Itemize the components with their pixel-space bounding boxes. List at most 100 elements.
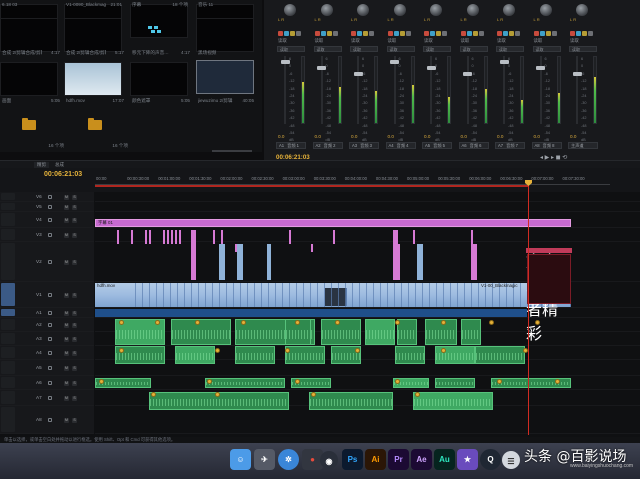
mute-solo-record-buttons[interactable]: [424, 23, 448, 36]
solo-toggle[interactable]: S: [72, 417, 77, 423]
mute-toggle[interactable]: M: [64, 395, 69, 401]
channel-toggle-button[interactable]: [576, 31, 581, 36]
overlay-clip[interactable]: [191, 230, 196, 244]
mute-toggle[interactable]: M: [64, 259, 69, 265]
lock-icon[interactable]: [48, 337, 52, 341]
effect-badge-icon[interactable]: [215, 392, 220, 397]
timeline-timecode[interactable]: 00:06:21:03: [44, 171, 82, 178]
mute-toggle[interactable]: M: [64, 322, 69, 328]
premiere-icon[interactable]: Pr: [388, 449, 409, 470]
mute-solo-record-buttons[interactable]: [387, 23, 412, 36]
overlay-clip[interactable]: [213, 230, 215, 244]
mute-toggle[interactable]: M: [64, 350, 69, 356]
mute-toggle[interactable]: M: [64, 204, 69, 210]
track-header[interactable]: A6 M S: [0, 376, 94, 390]
quicktime-icon[interactable]: Q: [480, 449, 501, 470]
channel-toggle-button[interactable]: [588, 31, 593, 36]
lock-icon[interactable]: [48, 218, 52, 222]
effect-badge-icon[interactable]: [523, 348, 528, 353]
lock-icon[interactable]: [48, 351, 52, 355]
track-header[interactable]: V6 M S: [0, 192, 94, 202]
channel-toggle-button[interactable]: [539, 31, 545, 36]
trash-icon[interactable]: ☰: [502, 451, 520, 469]
channel-toggle-button[interactable]: [278, 31, 283, 36]
source-patch[interactable]: [1, 377, 15, 388]
automation-dropdown[interactable]: 读取: [532, 46, 561, 52]
lock-icon[interactable]: [48, 260, 52, 264]
channel-toggle-button[interactable]: [570, 31, 575, 36]
channel-name[interactable]: A3 音频 3: [349, 142, 379, 149]
effect-badge-icon[interactable]: [415, 392, 420, 397]
channel-toggle-button[interactable]: [509, 31, 514, 36]
overlay-clip[interactable]: [171, 230, 173, 244]
overlay-clip[interactable]: [311, 244, 313, 252]
lock-icon[interactable]: [48, 205, 52, 209]
effect-badge-icon[interactable]: [555, 379, 560, 384]
folder-icon[interactable]: [88, 118, 102, 130]
audio-clip[interactable]: [413, 392, 493, 410]
bin-thumb[interactable]: [130, 62, 188, 96]
solo-toggle[interactable]: S: [72, 395, 77, 401]
automation-dropdown[interactable]: 读取: [423, 46, 451, 52]
audio-clip[interactable]: [171, 319, 231, 345]
channel-toggle-button[interactable]: [393, 31, 399, 36]
pan-knob[interactable]: [430, 4, 442, 16]
source-patch[interactable]: [1, 193, 15, 200]
overlay-clip[interactable]: [471, 230, 473, 244]
automation-dropdown[interactable]: 读取: [350, 46, 378, 52]
audio-clip[interactable]: [435, 378, 475, 388]
effect-badge-icon[interactable]: [151, 392, 156, 397]
effect-badge-icon[interactable]: [441, 348, 446, 353]
overlay-clip[interactable]: [179, 230, 181, 244]
channel-name[interactable]: A2 音频 2: [312, 142, 343, 149]
audio-clip[interactable]: [285, 346, 325, 364]
overlay-clip[interactable]: [471, 244, 477, 280]
lock-icon[interactable]: [48, 381, 52, 385]
solo-toggle[interactable]: S: [72, 310, 77, 316]
channel-toggle-button[interactable]: [332, 31, 338, 36]
channel-toggle-button[interactable]: [357, 31, 362, 36]
overlay-clip[interactable]: [167, 230, 169, 244]
audition-icon[interactable]: Au: [434, 449, 455, 470]
overlay-clip[interactable]: [149, 230, 151, 244]
overlay-clip[interactable]: [417, 244, 423, 280]
mute-toggle[interactable]: M: [64, 292, 69, 298]
effect-badge-icon[interactable]: [441, 320, 446, 325]
effect-badge-icon[interactable]: [497, 379, 502, 384]
automation-dropdown[interactable]: 读取: [386, 46, 415, 52]
effect-badge-icon[interactable]: [355, 348, 360, 353]
audio-clip[interactable]: [461, 319, 481, 345]
mute-toggle[interactable]: M: [64, 380, 69, 386]
channel-name[interactable]: A8 音频 8: [531, 142, 562, 149]
source-patch[interactable]: [1, 243, 15, 280]
pan-knob[interactable]: [503, 4, 515, 16]
finder-icon[interactable]: ☺: [230, 449, 251, 470]
channel-name[interactable]: A6 音频 6: [458, 142, 489, 149]
overlay-clip[interactable]: [393, 244, 400, 280]
channel-toggle-button[interactable]: [369, 31, 374, 36]
effect-badge-icon[interactable]: [489, 320, 494, 325]
safari-icon[interactable]: ✲: [278, 449, 299, 470]
overlay-clip[interactable]: [219, 244, 225, 280]
mute-toggle[interactable]: M: [64, 310, 69, 316]
audio-clip[interactable]: [175, 346, 215, 364]
bin-thumb[interactable]: [0, 18, 58, 52]
solo-toggle[interactable]: S: [72, 217, 77, 223]
source-patch[interactable]: [1, 229, 15, 240]
bin-thumb[interactable]: [64, 62, 122, 96]
channel-toggle-button[interactable]: [326, 31, 332, 36]
channel-toggle-button[interactable]: [515, 31, 520, 36]
pan-knob[interactable]: [576, 4, 588, 16]
folder-icon[interactable]: [22, 118, 36, 130]
channel-name[interactable]: 主声道: [568, 142, 598, 149]
source-patch[interactable]: [1, 391, 15, 404]
pan-knob[interactable]: [466, 4, 479, 16]
video-thumbnail[interactable]: [325, 288, 347, 306]
channel-toggle-button[interactable]: [582, 31, 587, 36]
source-patch[interactable]: [1, 319, 15, 330]
channel-toggle-button[interactable]: [503, 31, 508, 36]
track-header[interactable]: A8 M S: [0, 406, 94, 434]
channel-toggle-button[interactable]: [405, 31, 411, 36]
audio-clip[interactable]: [365, 319, 395, 345]
channel-toggle-button[interactable]: [351, 31, 356, 36]
